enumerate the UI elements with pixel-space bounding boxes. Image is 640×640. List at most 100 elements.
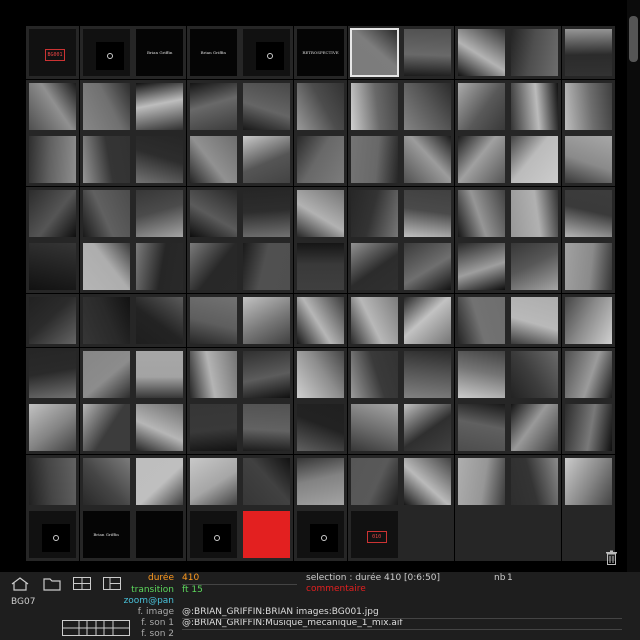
thumbnail-cell[interactable] [562, 133, 615, 187]
thumbnail-cell[interactable]: BG001 [26, 26, 79, 79]
transition-value[interactable]: ft 15 [182, 585, 203, 595]
thumbnail-cell[interactable] [79, 454, 133, 508]
thumbnail-cell[interactable] [454, 26, 508, 79]
thumbnail-cell[interactable] [562, 186, 615, 240]
thumbnail-cell[interactable] [133, 347, 187, 401]
thumbnail-cell[interactable] [240, 347, 294, 401]
thumbnail-cell[interactable] [240, 508, 294, 562]
thumbnail-cell[interactable] [294, 240, 347, 294]
thumbnail-cell[interactable] [133, 454, 187, 508]
thumbnail-cell[interactable] [294, 508, 347, 562]
thumbnail-cell[interactable] [26, 186, 79, 240]
thumbnail-cell[interactable] [26, 240, 79, 294]
thumbnail-cell[interactable] [186, 186, 240, 240]
empty-slot[interactable] [454, 508, 508, 562]
thumbnail-cell[interactable] [508, 79, 562, 133]
thumbnail-cell[interactable] [79, 401, 133, 455]
thumbnail-cell[interactable] [26, 79, 79, 133]
thumbnail-cell[interactable] [240, 401, 294, 455]
thumbnail-cell[interactable] [79, 79, 133, 133]
duration-value[interactable]: 410 [182, 573, 199, 583]
thumbnail-cell[interactable] [133, 294, 187, 347]
thumbnail-cell[interactable] [347, 133, 401, 187]
thumbnail-cell[interactable]: Brian Griffin [133, 26, 187, 79]
thumbnail-cell[interactable] [240, 294, 294, 347]
thumbnail-cell[interactable] [454, 294, 508, 347]
thumbnail-cell[interactable] [26, 454, 79, 508]
thumbnail-cell[interactable] [186, 133, 240, 187]
thumbnail-cell[interactable] [26, 347, 79, 401]
thumbnail-cell[interactable] [508, 454, 562, 508]
thumbnail-cell[interactable] [79, 133, 133, 187]
thumbnail-cell[interactable] [26, 133, 79, 187]
scrollbar-thumb[interactable] [629, 16, 638, 62]
thumbnail-cell[interactable] [133, 240, 187, 294]
image-file-path[interactable]: @:BRIAN_GRIFFIN:BRIAN images:BG001.jpg [182, 607, 379, 617]
thumbnail-cell[interactable] [347, 294, 401, 347]
thumbnail-cell[interactable] [133, 133, 187, 187]
thumbnail-cell[interactable] [401, 26, 455, 79]
thumbnail-cell[interactable] [294, 133, 347, 187]
thumbnail-cell[interactable] [508, 240, 562, 294]
table-grid-icon[interactable] [62, 620, 130, 636]
thumbnail-cell[interactable]: Brian Griffin [79, 508, 133, 562]
thumbnail-cell[interactable] [240, 79, 294, 133]
thumbnail-cell[interactable] [294, 79, 347, 133]
thumbnail-cell[interactable] [401, 347, 455, 401]
thumbnail-cell[interactable] [133, 401, 187, 455]
thumbnail-cell[interactable] [454, 240, 508, 294]
thumbnail-cell[interactable] [454, 401, 508, 455]
thumbnail-cell[interactable] [26, 294, 79, 347]
thumbnail-cell[interactable] [347, 454, 401, 508]
thumbnail-cell[interactable] [562, 240, 615, 294]
thumbnail-cell[interactable] [79, 240, 133, 294]
thumbnail-cell[interactable] [294, 186, 347, 240]
thumbnail-cell[interactable] [240, 454, 294, 508]
sound1-file-path[interactable]: @:BRIAN_GRIFFIN:Musique_mecanique_1_mix.… [182, 618, 403, 628]
empty-slot[interactable] [508, 508, 562, 562]
thumbnail-cell[interactable] [186, 508, 240, 562]
thumbnail-cell[interactable] [454, 79, 508, 133]
thumbnail-cell[interactable] [133, 508, 187, 562]
thumbnail-cell[interactable] [401, 133, 455, 187]
thumbnail-cell[interactable] [508, 347, 562, 401]
thumbnail-cell[interactable] [347, 347, 401, 401]
thumbnail-cell[interactable] [347, 26, 401, 79]
thumbnail-cell[interactable] [294, 294, 347, 347]
thumbnail-cell[interactable] [186, 294, 240, 347]
thumbnail-cell[interactable] [294, 347, 347, 401]
thumbnail-cell[interactable] [79, 294, 133, 347]
thumbnail-cell[interactable] [186, 240, 240, 294]
thumbnail-cell[interactable] [240, 186, 294, 240]
thumbnail-cell[interactable] [508, 26, 562, 79]
thumbnail-cell[interactable] [562, 454, 615, 508]
folder-icon[interactable] [42, 576, 62, 591]
thumbnail-cell[interactable] [401, 240, 455, 294]
thumbnail-cell[interactable] [401, 294, 455, 347]
thumbnail-cell[interactable] [508, 133, 562, 187]
thumbnail-cell[interactable] [562, 401, 615, 455]
thumbnail-cell[interactable] [294, 401, 347, 455]
thumbnail-cell[interactable] [240, 26, 294, 79]
thumbnail-cell[interactable] [454, 186, 508, 240]
thumbnail-cell[interactable] [79, 347, 133, 401]
thumbnail-cell[interactable] [508, 401, 562, 455]
thumbnail-cell[interactable]: RETROSPECTIVE [294, 26, 347, 79]
trash-icon[interactable] [605, 550, 618, 565]
thumbnail-cell[interactable] [79, 26, 133, 79]
layout-icon[interactable] [72, 576, 92, 591]
thumbnail-cell[interactable] [26, 508, 79, 562]
thumbnail-cell[interactable] [186, 401, 240, 455]
thumbnail-cell[interactable]: Brian Griffin [186, 26, 240, 79]
thumbnail-cell[interactable] [508, 186, 562, 240]
thumbnail-cell[interactable] [562, 294, 615, 347]
thumbnail-cell[interactable] [401, 186, 455, 240]
thumbnail-cell[interactable] [347, 401, 401, 455]
thumbnail-cell[interactable] [186, 347, 240, 401]
thumbnail-cell[interactable] [79, 186, 133, 240]
thumbnail-cell[interactable] [186, 79, 240, 133]
thumbnail-cell[interactable] [294, 454, 347, 508]
thumbnail-cell[interactable] [240, 240, 294, 294]
thumbnail-cell[interactable] [454, 347, 508, 401]
thumbnail-cell[interactable] [347, 240, 401, 294]
